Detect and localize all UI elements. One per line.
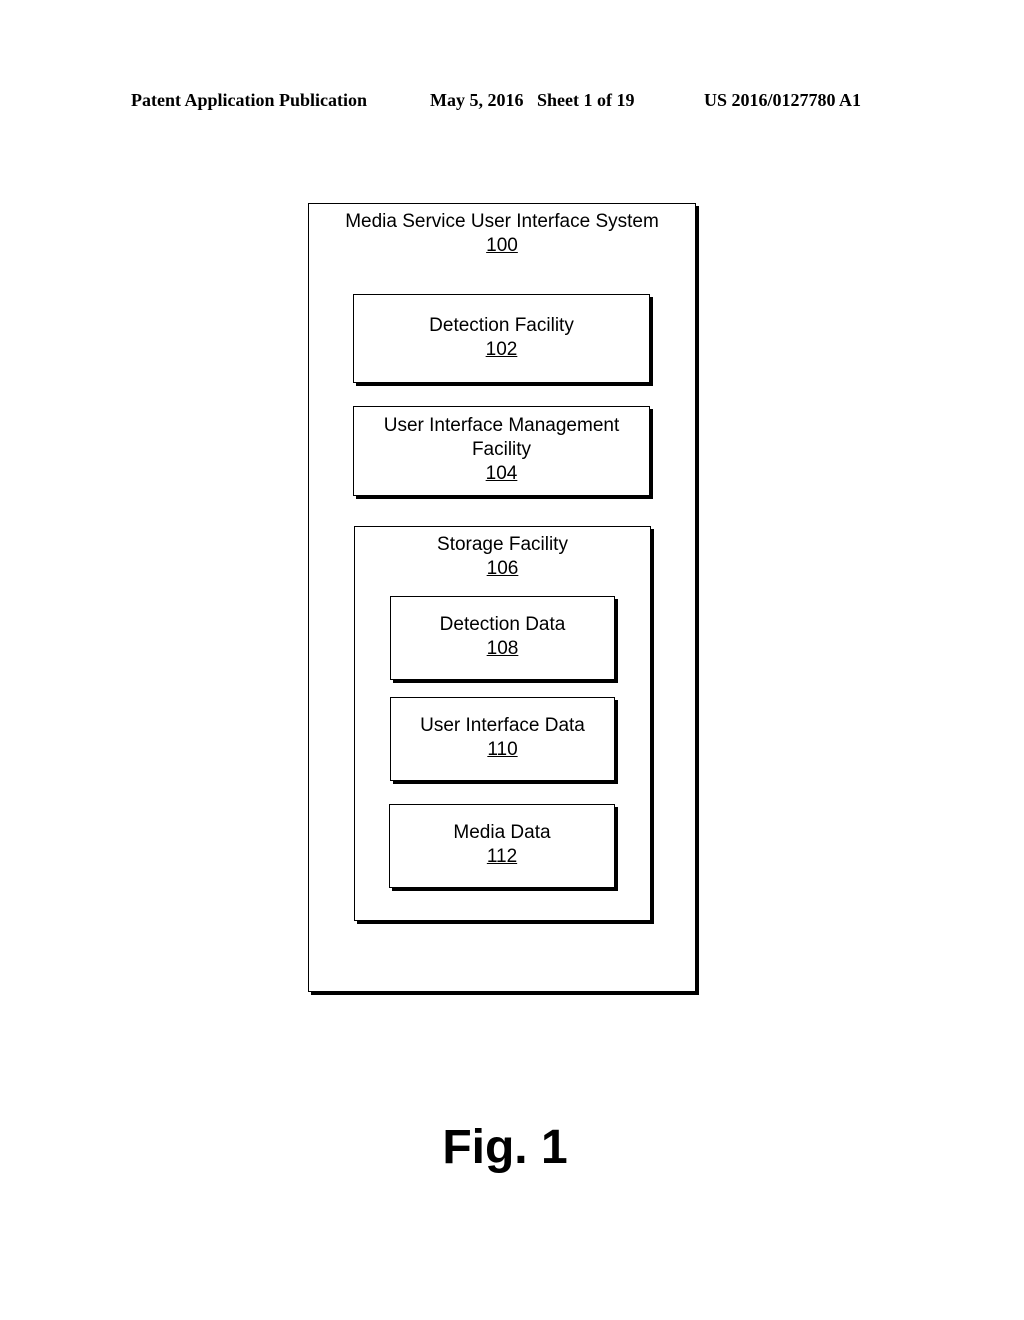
media-data-ref: 112 — [486, 846, 518, 867]
patent-number: US 2016/0127780 A1 — [704, 90, 862, 110]
media-data-label: Media Data — [453, 822, 551, 843]
detection-data-box: Detection Data 108 — [390, 596, 615, 680]
publication-type: Patent Application Publication — [131, 90, 368, 110]
storage-facility-ref: 106 — [486, 558, 519, 579]
ui-management-facility-box: User Interface Management Facility 104 — [353, 406, 650, 496]
detection-facility-box: Detection Facility 102 — [353, 294, 650, 383]
ui-data-label: User Interface Data — [420, 715, 585, 736]
detection-facility-ref: 102 — [485, 339, 518, 360]
ui-management-label-line2: Facility — [471, 439, 532, 460]
system-ref: 100 — [486, 235, 518, 256]
ui-management-ref: 104 — [485, 463, 518, 484]
date-sheet: May 5, 2016 Sheet 1 of 19 — [430, 90, 635, 110]
storage-facility-label: Storage Facility — [437, 534, 568, 555]
media-data-box: Media Data 112 — [389, 804, 615, 888]
ui-data-ref: 110 — [487, 739, 518, 760]
system-label: Media Service User Interface System — [345, 211, 659, 232]
detection-data-ref: 108 — [486, 638, 519, 659]
ui-management-label-line1: User Interface Management — [383, 415, 620, 436]
ui-data-box: User Interface Data 110 — [390, 697, 615, 781]
figure-label: Fig. 1 — [442, 1121, 568, 1174]
detection-facility-label: Detection Facility — [429, 315, 574, 336]
detection-data-label: Detection Data — [439, 614, 566, 635]
